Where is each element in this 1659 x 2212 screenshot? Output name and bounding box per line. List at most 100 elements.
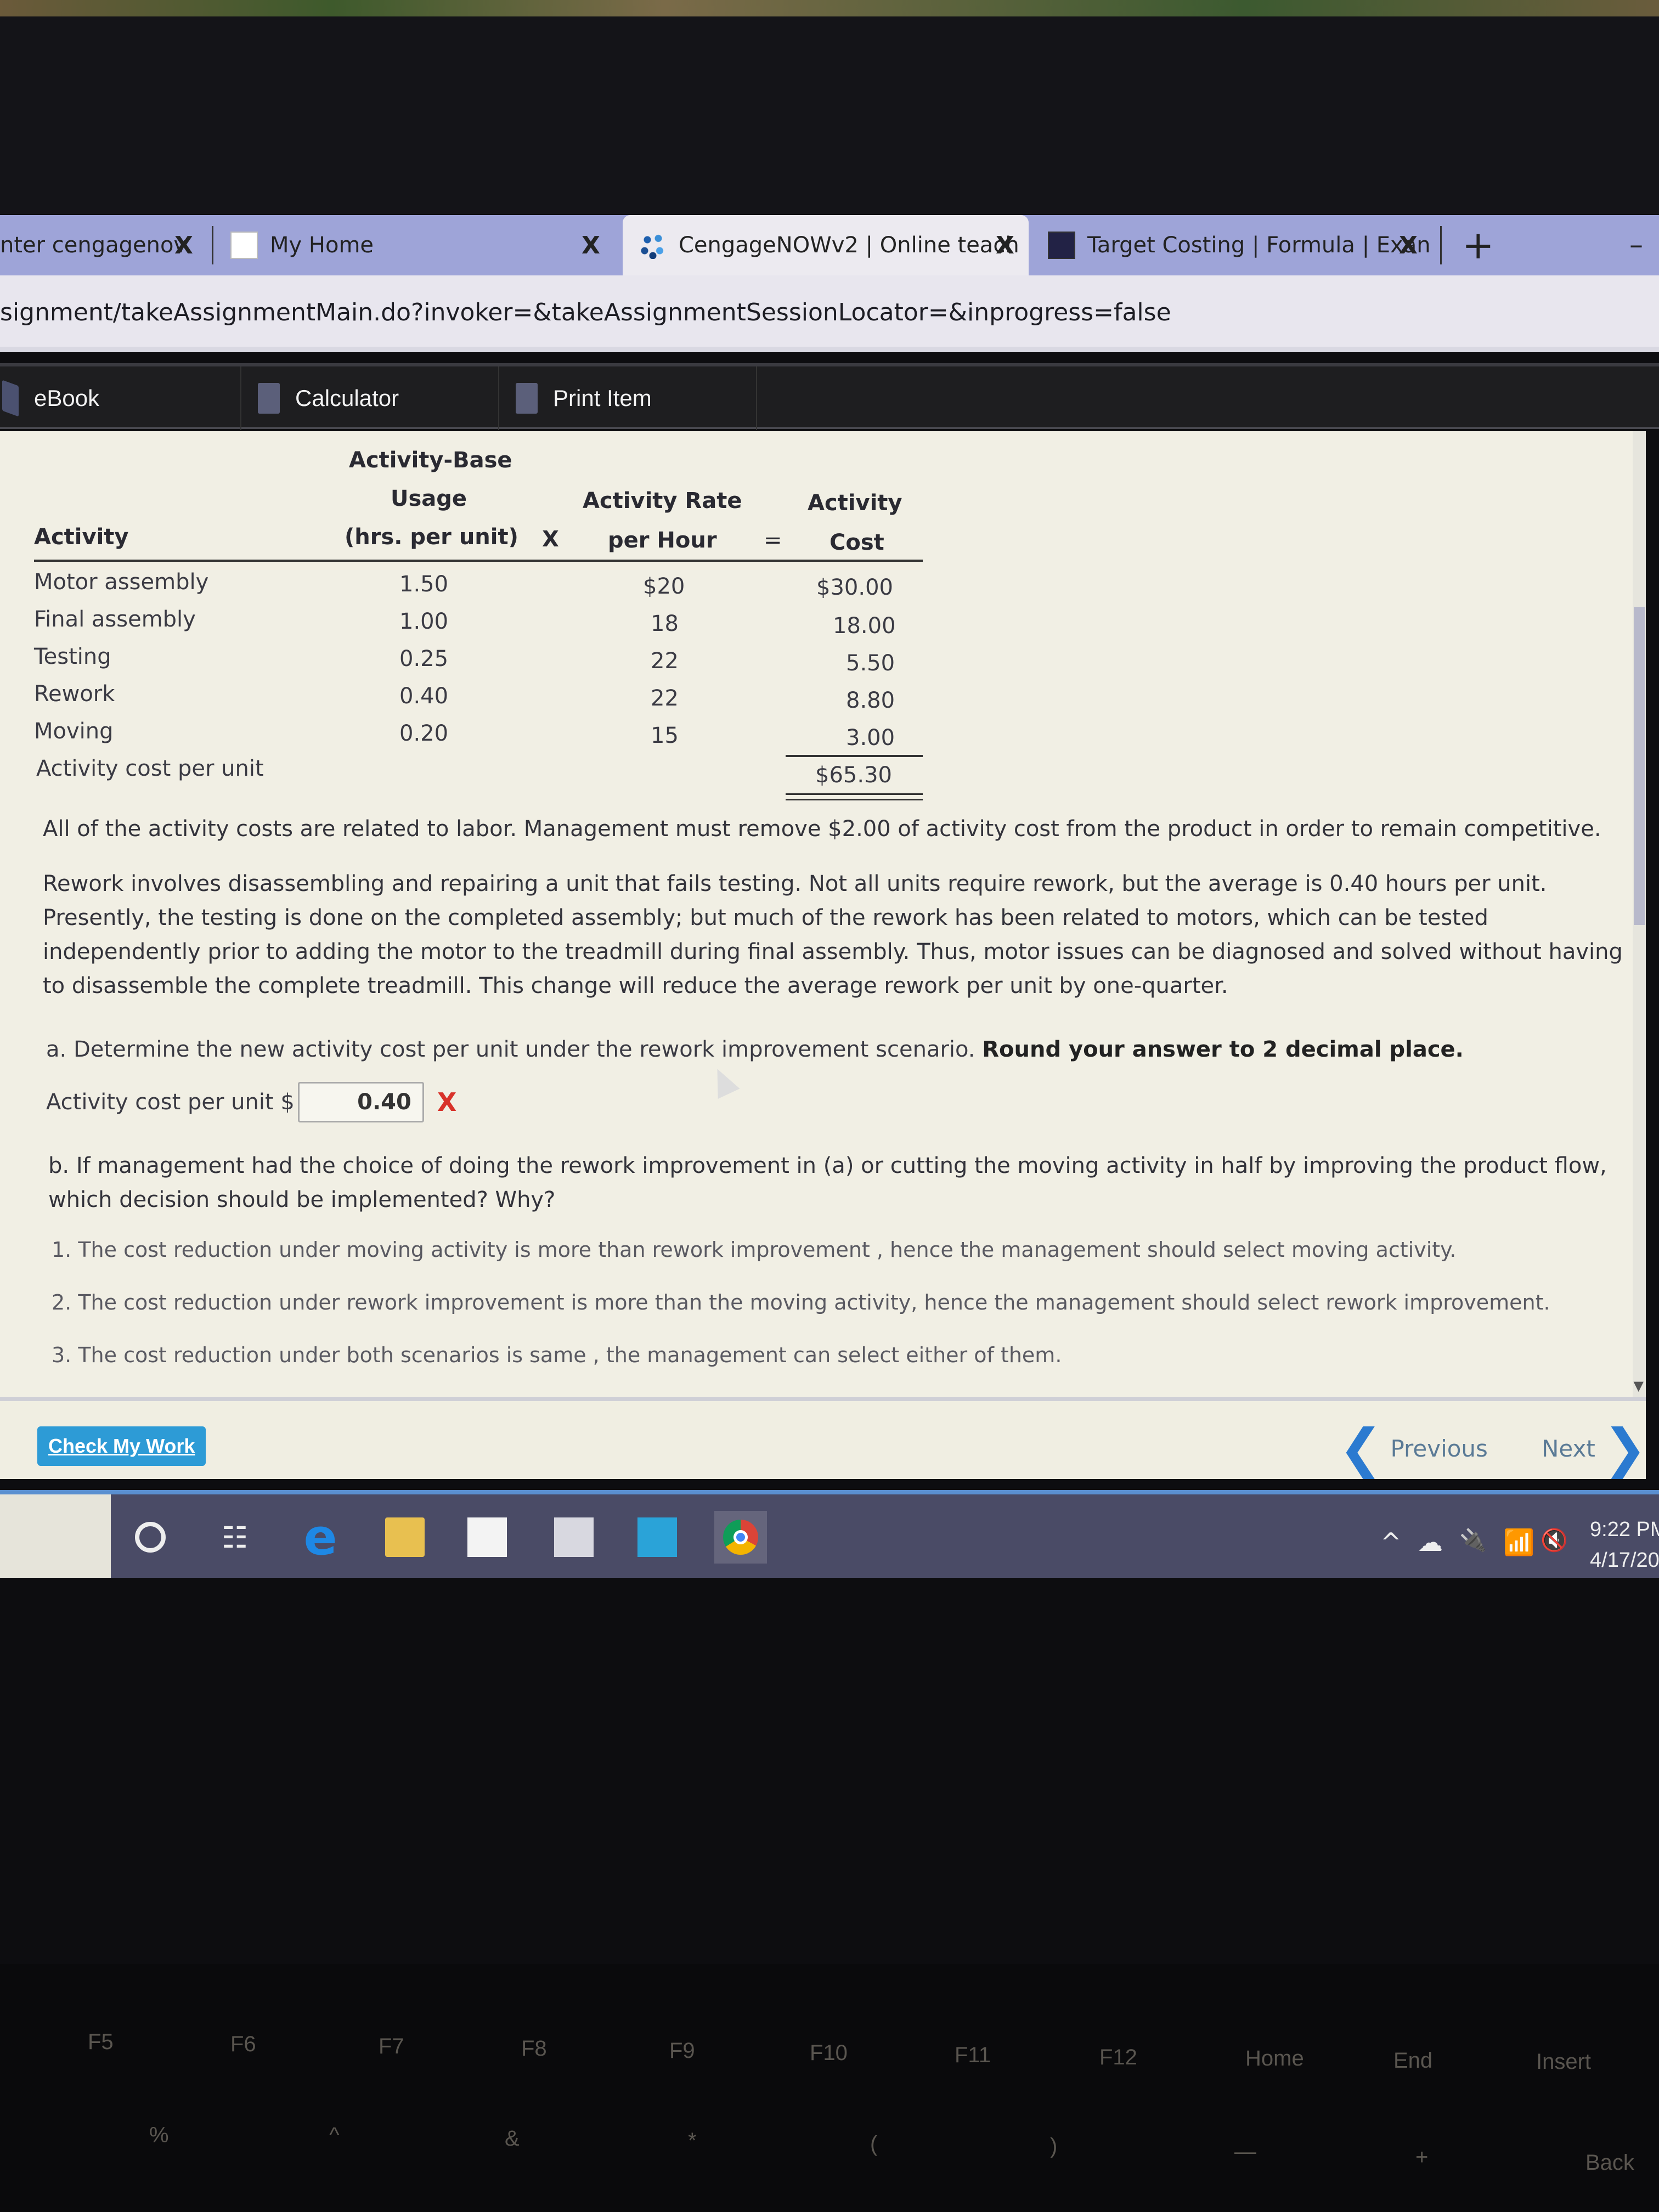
activity-name: Rework (34, 681, 115, 707)
laptop-keyboard: F5 F6 F7 F8 F9 F10 F11 F12 Home End Inse… (0, 1964, 1659, 2212)
cortana-icon[interactable] (135, 1522, 166, 1553)
volume-muted-icon[interactable]: 🔇 (1541, 1527, 1568, 1553)
question-b-prompt: b. If management had the choice of doing… (48, 1153, 1607, 1212)
option-2[interactable]: 2. The cost reduction under rework impro… (52, 1290, 1550, 1314)
usage-value: 1.00 (399, 609, 449, 634)
activity-cost-input[interactable]: 0.40 (297, 1082, 424, 1122)
scroll-down-arrow-icon[interactable]: ▼ (1634, 1378, 1644, 1393)
header-usage-line1: Activity-Base (349, 448, 512, 473)
battery-charging-icon[interactable]: 🔌 (1459, 1527, 1487, 1553)
tray-chevron-up-icon[interactable]: ^ (1380, 1527, 1402, 1557)
calculator-label: Calculator (295, 385, 399, 411)
previous-label: Previous (1390, 1435, 1488, 1462)
calculator-button[interactable]: Calculator (241, 366, 499, 430)
scrollbar-thumb[interactable] (1634, 607, 1645, 925)
tab-my-home[interactable]: My Home X (230, 215, 614, 275)
usage-value: 0.40 (399, 684, 449, 709)
total-value: $65.30 (815, 763, 892, 788)
rate-value: 15 (651, 723, 679, 748)
check-my-work-button[interactable]: Check My Work (37, 1426, 206, 1466)
key-f6: F6 (230, 2032, 256, 2056)
chevron-right-icon: ❯ (1602, 1418, 1647, 1479)
windows-taskbar: ☷ e ^ ☁ 🔌 📶 🔇 9:22 PM 4/17/202 (0, 1490, 1659, 1578)
header-cost-line2: Cost (830, 530, 884, 555)
browser-tab-bar: nter cengagenov X My Home X CengageNOWv2… (0, 215, 1659, 275)
monitor-bezel (0, 16, 1659, 214)
taskbar-search-box[interactable] (0, 1494, 111, 1578)
option-1[interactable]: 1. The cost reduction under moving activ… (52, 1238, 1456, 1262)
total-label: Activity cost per unit (36, 756, 264, 781)
chrome-icon[interactable] (714, 1511, 767, 1564)
context-paragraph-2: Rework involves disassembling and repair… (43, 871, 1623, 998)
usage-value: 1.50 (399, 572, 449, 597)
key-f5: F5 (88, 2030, 114, 2054)
next-label: Next (1542, 1435, 1595, 1462)
mail-icon[interactable] (637, 1517, 677, 1557)
close-icon[interactable]: X (1399, 232, 1418, 259)
key-backspace: Back (1585, 2151, 1634, 2175)
calculator-icon (258, 383, 280, 414)
rate-value: $20 (643, 574, 685, 599)
cost-value: 8.80 (846, 688, 895, 713)
ebook-label: eBook (34, 385, 100, 411)
wifi-icon[interactable]: 📶 (1503, 1527, 1534, 1558)
print-item-label: Print Item (553, 385, 652, 411)
incorrect-x-icon: X (437, 1087, 457, 1117)
close-icon[interactable]: X (582, 232, 600, 259)
header-rate-line2: per Hour (608, 528, 717, 553)
key-f10: F10 (810, 2041, 848, 2065)
cost-value: 5.50 (846, 651, 895, 676)
clock-date: 4/17/202 (1590, 1549, 1659, 1572)
file-explorer-icon[interactable] (385, 1517, 425, 1557)
onedrive-cloud-icon[interactable]: ☁ (1418, 1527, 1443, 1557)
total-double-rule-bottom (786, 799, 923, 800)
key-plus: + (1415, 2145, 1429, 2169)
rate-value: 22 (651, 648, 679, 674)
tab-cengagenow-active[interactable]: CengageNOWv2 | Online teach X (623, 215, 1029, 275)
tab-target-costing[interactable]: Target Costing | Formula | Exan X (1048, 215, 1432, 275)
microsoft-store-icon[interactable] (467, 1517, 507, 1557)
tab-cengage-login[interactable]: nter cengagenov X (0, 215, 208, 275)
media-player-icon[interactable] (554, 1517, 594, 1557)
question-a-text: a. Determine the new activity cost per u… (46, 1037, 975, 1062)
context-paragraph-1: All of the activity costs are related to… (43, 816, 1601, 842)
taskbar-clock[interactable]: 9:22 PM 4/17/202 (1590, 1514, 1659, 1576)
option-3[interactable]: 3. The cost reduction under both scenari… (52, 1343, 1062, 1367)
clock-time: 9:22 PM (1590, 1518, 1659, 1541)
assignment-toolbar: eBook Calculator Print Item (0, 363, 1659, 430)
print-item-button[interactable]: Print Item (499, 366, 757, 430)
tab-label: Target Costing | Formula | Exan (1087, 233, 1431, 258)
scrollbar[interactable]: ▼ (1633, 431, 1646, 1397)
key-insert: Insert (1536, 2050, 1592, 2074)
edge-browser-icon[interactable]: e (301, 1509, 340, 1566)
ebook-button[interactable]: eBook (0, 366, 241, 430)
chevron-left-icon: ❮ (1339, 1418, 1383, 1479)
tab-label: nter cengagenov (0, 233, 187, 258)
new-tab-button[interactable]: + (1462, 226, 1494, 264)
rate-value: 22 (651, 686, 679, 711)
tab-label: My Home (270, 233, 374, 258)
header-rate-line1: Activity Rate (583, 488, 742, 514)
book-icon (2, 380, 19, 417)
activity-name: Final assembly (34, 607, 196, 632)
previous-button[interactable]: ❮ Previous (1339, 1418, 1488, 1479)
cengage-favicon-icon (230, 232, 258, 259)
answer-a-label: Activity cost per unit $ (46, 1090, 295, 1115)
url-text[interactable]: signment/takeAssignmentMain.do?invoker=&… (0, 298, 1171, 326)
close-icon[interactable]: X (174, 232, 193, 259)
print-icon (516, 383, 538, 414)
next-button[interactable]: Next ❯ (1542, 1418, 1647, 1479)
header-usage-line2: Usage (391, 486, 467, 511)
key-f7: F7 (379, 2034, 404, 2058)
rate-value: 18 (651, 611, 679, 636)
tab-separator (212, 226, 213, 264)
address-bar[interactable]: signment/takeAssignmentMain.do?invoker=&… (0, 275, 1659, 352)
key-9: ( (870, 2132, 878, 2156)
task-view-icon[interactable]: ☷ (215, 1517, 255, 1557)
key-0: ) (1050, 2134, 1058, 2158)
question-a-instruction: Round your answer to 2 decimal place. (982, 1037, 1464, 1062)
minimize-button[interactable]: – (1629, 229, 1643, 261)
tab-label: CengageNOWv2 | Online teach (679, 233, 1019, 258)
question-content: Activity-Base Usage (hrs. per unit) Acti… (0, 431, 1646, 1397)
close-icon[interactable]: X (996, 232, 1014, 259)
